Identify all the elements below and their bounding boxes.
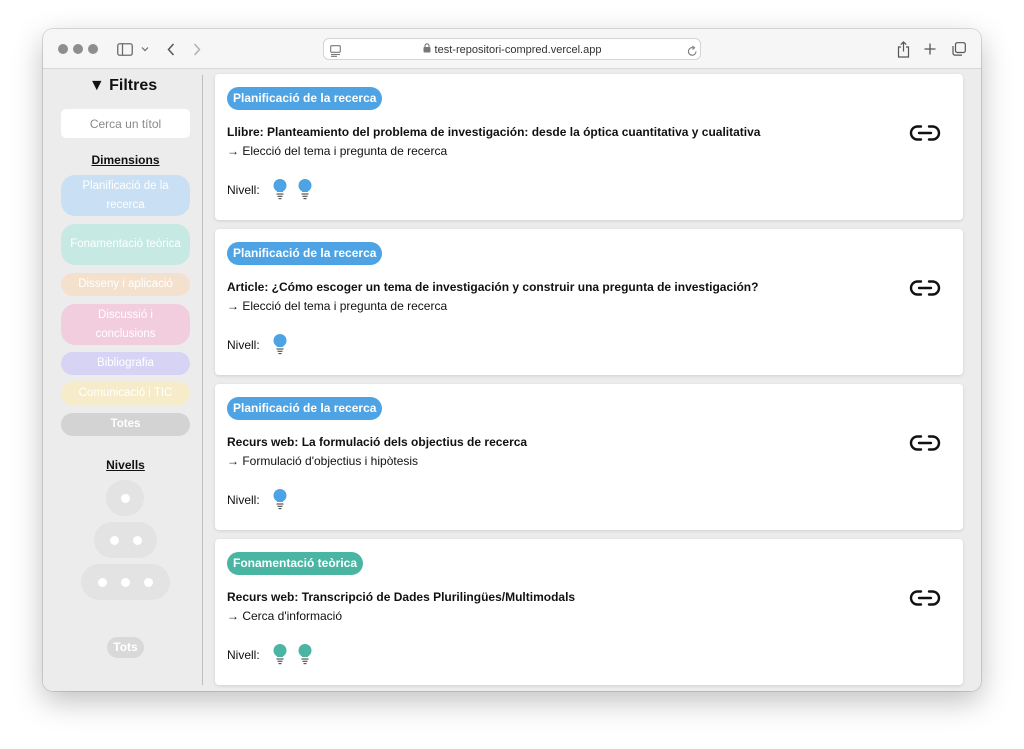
browser-window: test-repositori-compred.vercel.app ▼ Fil… <box>43 29 981 691</box>
reload-icon[interactable] <box>686 42 698 60</box>
level-indicator <box>271 178 314 200</box>
level-indicator <box>271 488 289 510</box>
level-filter-all[interactable]: Tots <box>107 637 144 658</box>
level-dot <box>120 493 130 503</box>
resource-topic: → Formulació d'objectius i hipòtesis <box>227 454 419 468</box>
lightbulb-icon <box>273 179 287 200</box>
dimension-filter-fonamentacio[interactable]: Fonamentació teòrica <box>61 224 190 265</box>
lock-icon <box>423 43 431 56</box>
category-badge: Planificació de la recerca <box>227 397 383 420</box>
resource-title[interactable]: Article: ¿Cómo escoger un tema de invest… <box>227 280 887 294</box>
level-label: Nivell: <box>227 648 260 662</box>
category-badge: Planificació de la recerca <box>227 87 383 110</box>
minimize-window-button[interactable] <box>73 44 83 54</box>
dimension-filter-bibliografia[interactable]: Bibliografia <box>61 352 190 375</box>
resource-title[interactable]: Recurs web: La formulació dels objectius… <box>227 435 887 449</box>
dimensions-title: Dimensions <box>91 153 160 167</box>
back-icon[interactable] <box>165 40 177 58</box>
resource-title[interactable]: Llibre: Planteamiento del problema de in… <box>227 125 887 139</box>
filters-sidebar: ▼ Filtres Dimensions Planificació de la … <box>43 69 203 691</box>
level-filter-2[interactable] <box>94 522 157 558</box>
dimension-filter-totes[interactable]: Totes <box>61 413 190 436</box>
dimension-label: Bibliografia <box>97 357 154 369</box>
link-icon[interactable] <box>909 589 941 607</box>
level-dot <box>109 535 119 545</box>
sidebar-divider <box>202 75 203 685</box>
dimension-label: Fonamentació teòrica <box>70 238 181 250</box>
level-indicator <box>271 643 314 665</box>
levels-title: Nivells <box>106 458 145 472</box>
url-label: test-repositori-compred.vercel.app <box>434 44 602 56</box>
browser-toolbar: test-repositori-compred.vercel.app <box>43 29 981 69</box>
level-dot <box>132 535 142 545</box>
link-icon[interactable] <box>909 124 941 142</box>
link-icon[interactable] <box>909 434 941 452</box>
lightbulb-icon <box>273 334 287 355</box>
dimension-label: Planificació de la recerca <box>82 179 169 211</box>
dimension-label: Disseny i aplicació <box>78 278 173 290</box>
lightbulb-icon <box>298 644 312 665</box>
resource-card: Planificació de la recerca Recurs web: L… <box>215 384 963 530</box>
level-label: Nivell: <box>227 338 260 352</box>
resource-topic: → Elecció del tema i pregunta de recerca <box>227 299 448 313</box>
level-dot <box>144 577 153 587</box>
resource-list: Planificació de la recerca Llibre: Plant… <box>215 74 963 691</box>
level-indicator <box>271 333 289 355</box>
dimension-filter-discussio[interactable]: Discussió i conclusions <box>61 304 190 345</box>
dimension-filter-comunicacio[interactable]: Comunicació i TIC <box>61 382 190 405</box>
resource-topic: → Elecció del tema i pregunta de recerca <box>227 144 448 158</box>
level-label: Nivell: <box>227 183 260 197</box>
page-content: ▼ Filtres Dimensions Planificació de la … <box>43 69 981 691</box>
resource-title[interactable]: Recurs web: Transcripció de Dades Pluril… <box>227 590 887 604</box>
category-badge: Planificació de la recerca <box>227 242 383 265</box>
level-label: Nivell: <box>227 493 260 507</box>
resource-card: Planificació de la recerca Llibre: Plant… <box>215 74 963 220</box>
lightbulb-icon <box>273 489 287 510</box>
address-bar[interactable]: test-repositori-compred.vercel.app <box>323 38 701 60</box>
dimension-label: Comunicació i TIC <box>78 387 173 399</box>
close-window-button[interactable] <box>58 44 68 54</box>
category-badge: Fonamentació teòrica <box>227 552 364 575</box>
dimension-label: Discussió i conclusions <box>95 308 156 340</box>
link-icon[interactable] <box>909 279 941 297</box>
sidebar-toggle-icon[interactable] <box>117 40 133 58</box>
dimension-label: Totes <box>110 418 141 430</box>
share-icon[interactable] <box>896 40 910 58</box>
dimension-filter-planificacio[interactable]: Planificació de la recerca <box>61 175 190 216</box>
chevron-down-icon[interactable] <box>140 40 150 58</box>
forward-icon[interactable] <box>191 40 203 58</box>
zoom-window-button[interactable] <box>88 44 98 54</box>
lightbulb-icon <box>298 179 312 200</box>
new-tab-icon[interactable] <box>923 40 937 58</box>
level-filter-3[interactable] <box>81 564 170 600</box>
lightbulb-icon <box>273 644 287 665</box>
level-dot <box>98 577 107 587</box>
dimension-filter-disseny[interactable]: Disseny i aplicació <box>61 273 190 296</box>
level-dot <box>121 577 130 587</box>
level-filter-1[interactable] <box>106 480 144 516</box>
tab-overview-icon[interactable] <box>951 40 967 58</box>
resource-topic: → Cerca d'informació <box>227 609 342 623</box>
url-text: test-repositori-compred.vercel.app <box>324 43 700 56</box>
resource-card: Fonamentació teòrica Recurs web: Transcr… <box>215 539 963 685</box>
search-input[interactable] <box>61 109 190 138</box>
resource-card: Planificació de la recerca Article: ¿Cóm… <box>215 229 963 375</box>
filters-title[interactable]: ▼ Filtres <box>43 77 203 95</box>
